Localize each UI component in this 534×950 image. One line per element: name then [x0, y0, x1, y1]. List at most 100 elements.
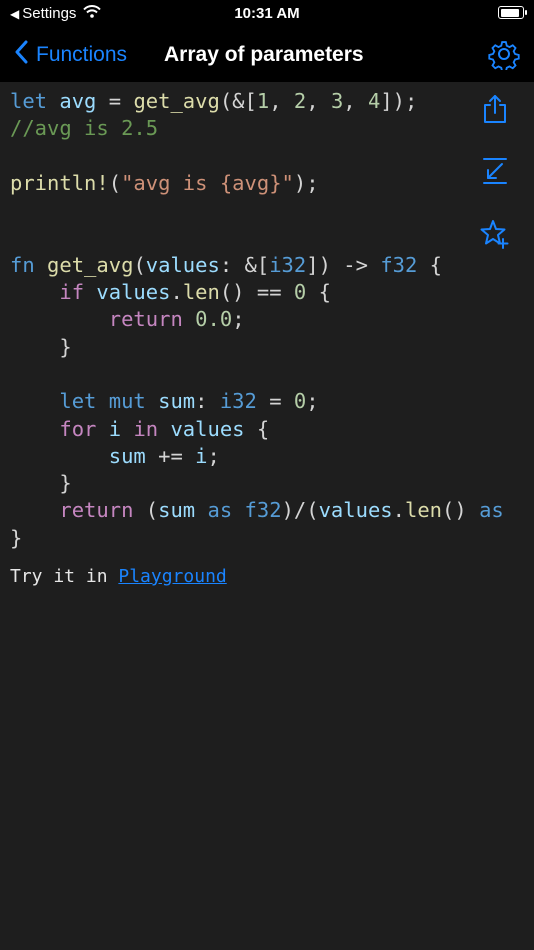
playground-link[interactable]: Playground: [118, 566, 226, 587]
code-line: if values.len() == 0 {: [10, 279, 504, 306]
code-token: let: [10, 89, 60, 113]
code-token: :: [195, 389, 220, 414]
code-line: println!("avg is {avg}");: [10, 170, 504, 197]
code-token: i32: [269, 252, 307, 277]
code-token: f32: [380, 252, 418, 277]
chevron-left-icon: [14, 40, 28, 70]
code-token: get_avg: [47, 252, 134, 277]
code-token: 0.0: [195, 307, 233, 332]
code-token: : &[: [219, 252, 270, 277]
code-token: for: [59, 416, 109, 441]
code-line: let mut sum: i32 = 0;: [10, 388, 504, 415]
code-token: 1: [256, 89, 270, 113]
code-line: return (sum as f32)/(values.len() as: [10, 497, 504, 524]
battery-level: [500, 8, 520, 17]
code-token: sum: [158, 498, 208, 523]
code-line: return 0.0;: [10, 306, 504, 333]
code-token: }: [10, 471, 72, 496]
code-token: =: [256, 389, 294, 414]
code-block: let avg = get_avg (&[1, 2, 3, 4]); //avg i…: [10, 88, 504, 552]
code-token: i32: [219, 389, 257, 414]
status-time: 10:31 AM: [234, 5, 300, 22]
code-line: for i in values {: [10, 416, 504, 443]
code-token: ;: [306, 389, 319, 414]
code-token: 4: [367, 89, 381, 113]
code-token: avg: [59, 89, 97, 113]
code-token: i: [195, 443, 208, 468]
code-token: return: [59, 498, 146, 523]
code-token: )/(: [281, 498, 319, 523]
code-line: sum += i;: [10, 443, 504, 470]
code-token: println!: [10, 170, 109, 195]
code-token: mut: [108, 389, 159, 414]
try-it-line: Try it in Playground: [10, 566, 227, 587]
code-token: "avg is {avg}": [121, 170, 294, 195]
code-token: fn: [10, 252, 48, 277]
code-line: }: [10, 470, 504, 497]
code-token: sum: [158, 389, 196, 414]
code-line: //avg is 2.5: [10, 115, 504, 142]
code-token: sum: [108, 443, 146, 468]
code-token: as: [207, 498, 245, 523]
code-token: {: [244, 416, 270, 441]
code-token: in: [133, 416, 171, 441]
code-token: () ==: [219, 280, 294, 305]
code-line: }: [10, 525, 504, 552]
code-token: ]) ->: [306, 252, 381, 277]
code-token: as: [479, 498, 504, 523]
back-button[interactable]: Functions: [14, 40, 127, 70]
code-token: values: [96, 280, 171, 305]
code-token: values: [170, 416, 245, 441]
code-token: return: [108, 307, 196, 332]
code-token: {: [306, 280, 331, 305]
code-token: if: [59, 280, 97, 305]
code-token: (): [442, 498, 480, 523]
code-token: f32: [244, 498, 282, 523]
code-line: fn get_avg(values: &[i32]) -> f32 {: [10, 252, 504, 279]
code-token: ]);: [380, 89, 418, 113]
navigation-bar: Functions Array of parameters: [0, 28, 534, 82]
gear-icon: [488, 41, 520, 74]
code-line: let avg = get_avg(&[1, 2, 3, 4]);: [10, 88, 504, 115]
code-token: values: [318, 498, 393, 523]
code-token: (: [133, 252, 146, 277]
code-token: );: [293, 170, 319, 195]
code-line: }: [10, 334, 504, 361]
code-token: 3: [330, 89, 344, 113]
code-token: .: [170, 280, 183, 305]
code-token: (&[: [219, 89, 257, 113]
code-token: ,: [269, 89, 294, 113]
code-token: //avg is 2.5: [10, 116, 159, 141]
code-token: ,: [343, 89, 368, 113]
code-token: let: [59, 389, 109, 414]
code-token: ;: [232, 307, 245, 332]
code-token: (: [108, 170, 122, 195]
battery-icon: [498, 6, 527, 19]
code-token: i: [108, 416, 134, 441]
code-token: =: [96, 89, 134, 113]
code-token: len: [405, 498, 443, 523]
code-token: {: [417, 252, 443, 277]
status-bar: ◀ Settings 10:31 AM: [0, 0, 534, 28]
code-token: }: [10, 334, 72, 359]
code-token: 0: [293, 280, 307, 305]
settings-button[interactable]: [488, 38, 520, 75]
code-token: len: [182, 280, 220, 305]
code-token: +=: [145, 443, 196, 468]
page-title: Array of parameters: [164, 43, 364, 66]
code-token: 0: [293, 389, 307, 414]
try-it-prefix: Try it in: [10, 566, 119, 587]
code-token: 2: [293, 89, 307, 113]
code-token: ,: [306, 89, 331, 113]
code-token: ;: [207, 443, 220, 468]
